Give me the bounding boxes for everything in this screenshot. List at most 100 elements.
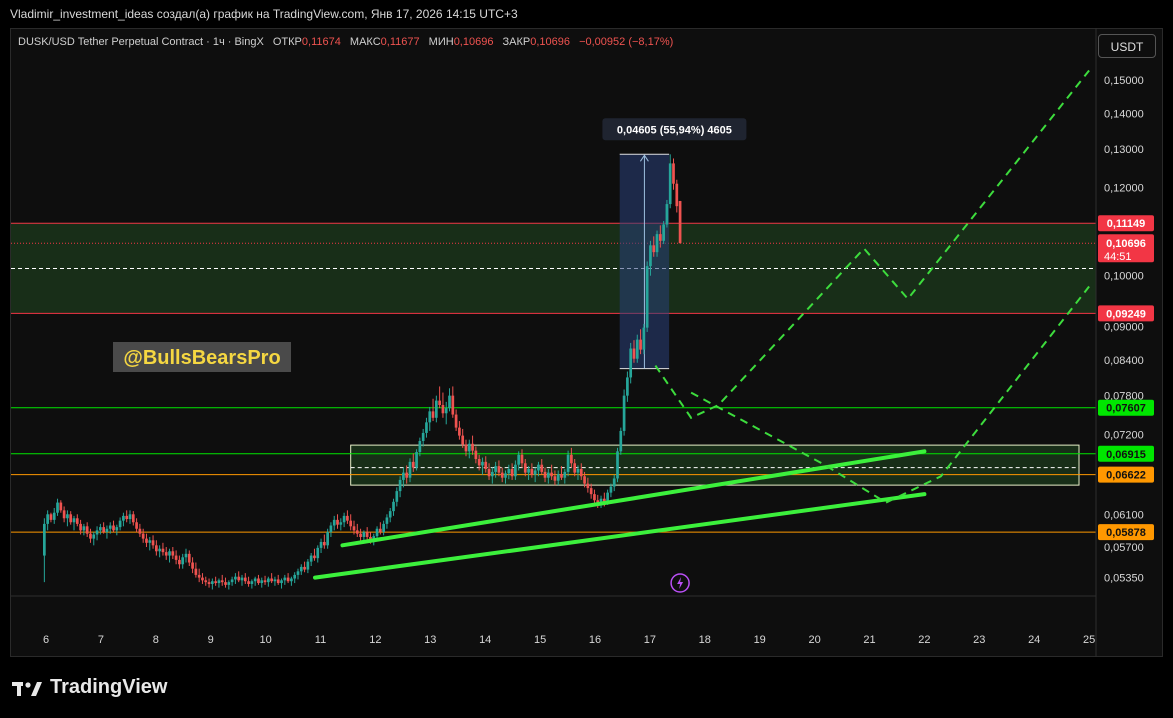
candle [154, 540, 158, 556]
candle [191, 557, 194, 574]
x-tick-label: 17 [644, 634, 656, 646]
x-tick-label: 19 [754, 634, 766, 646]
candle [253, 576, 257, 586]
candle-body [201, 577, 204, 581]
candle [675, 179, 679, 213]
candle-body [309, 555, 313, 562]
candle-body [622, 395, 626, 431]
candle [230, 576, 234, 586]
candle-body [507, 469, 511, 474]
candle-body [276, 579, 280, 584]
candle-body [609, 486, 613, 493]
candle [346, 510, 349, 524]
candle [619, 427, 623, 455]
candle [75, 514, 79, 527]
candle [388, 508, 392, 523]
candle-body [296, 571, 300, 575]
candle [72, 515, 76, 531]
candle-body [346, 515, 349, 521]
candle-body [339, 522, 343, 525]
candle-body [184, 553, 188, 558]
candle-body [593, 494, 596, 501]
candle-body [652, 245, 656, 253]
candle-body [266, 578, 270, 583]
candle [102, 522, 105, 534]
candle-body [174, 555, 178, 560]
candle [458, 421, 461, 440]
candle [428, 406, 432, 431]
candle-body [553, 476, 557, 481]
candle-body [355, 530, 359, 534]
candle [164, 547, 168, 560]
x-tick-label: 6 [43, 634, 49, 646]
candle [66, 510, 69, 527]
candle-body [164, 552, 168, 556]
candle [283, 574, 287, 585]
candle-body [108, 525, 112, 529]
candle [201, 573, 204, 584]
x-tick-label: 11 [315, 634, 326, 646]
candle-body [586, 483, 590, 489]
candle [293, 572, 297, 584]
candle-body [336, 519, 339, 525]
candle-body [573, 463, 577, 473]
candle-body [322, 541, 326, 546]
candle-body [234, 576, 237, 580]
candle [217, 578, 221, 588]
candle [161, 542, 165, 556]
candle [303, 561, 306, 573]
candle-body [207, 582, 211, 584]
candle-body [490, 471, 494, 477]
price-chart[interactable]: 0,15000 0,14000 0,13000 0,12000 0,10000 0,090… [0, 0, 1173, 718]
candle-body [530, 469, 534, 475]
candle [178, 555, 181, 569]
candle-body [655, 234, 659, 253]
candle-body [629, 348, 633, 378]
candle-body [66, 514, 69, 519]
candle [46, 510, 49, 531]
candle-body [161, 548, 165, 553]
candle-body [204, 580, 208, 583]
x-tick-label: 8 [153, 634, 159, 646]
candle [626, 371, 629, 402]
candle [273, 576, 277, 586]
candle-body [550, 472, 553, 477]
candle-body [128, 514, 132, 520]
price-tag-label: 0,05878 [1106, 527, 1146, 539]
candle [99, 523, 102, 535]
candle [204, 576, 208, 586]
candle-body [626, 377, 629, 396]
y-tick-label: 0,13000 [1104, 144, 1144, 156]
candle [309, 552, 313, 567]
candle [260, 577, 264, 588]
candle-body [290, 578, 293, 582]
candle-body [158, 548, 161, 552]
y-tick-label: 0,15000 [1104, 75, 1144, 87]
candle [56, 498, 59, 516]
candle [263, 575, 267, 585]
candle [296, 568, 300, 580]
candle-body [563, 471, 567, 478]
candle-body [187, 553, 191, 563]
y-tick-label: 0,05700 [1104, 542, 1144, 554]
candle-body [494, 466, 497, 472]
candle-body [181, 557, 185, 565]
candle [329, 522, 333, 537]
candle-body [649, 245, 652, 267]
candle-body [415, 452, 418, 468]
candle [365, 527, 369, 541]
x-tick-label: 7 [98, 634, 104, 646]
candle-body [471, 443, 474, 451]
candle-body [171, 551, 175, 556]
y-tick-label: 0,06100 [1104, 509, 1144, 521]
candle-body [59, 502, 63, 511]
price-tag-label: 0,06622 [1106, 470, 1146, 482]
candle [336, 514, 339, 529]
candle [224, 577, 227, 588]
candle [276, 574, 280, 585]
candle-body [303, 566, 306, 570]
candle-body [141, 533, 145, 539]
candle-body [332, 519, 336, 526]
candle [135, 518, 138, 533]
x-tick-label: 12 [369, 634, 381, 646]
